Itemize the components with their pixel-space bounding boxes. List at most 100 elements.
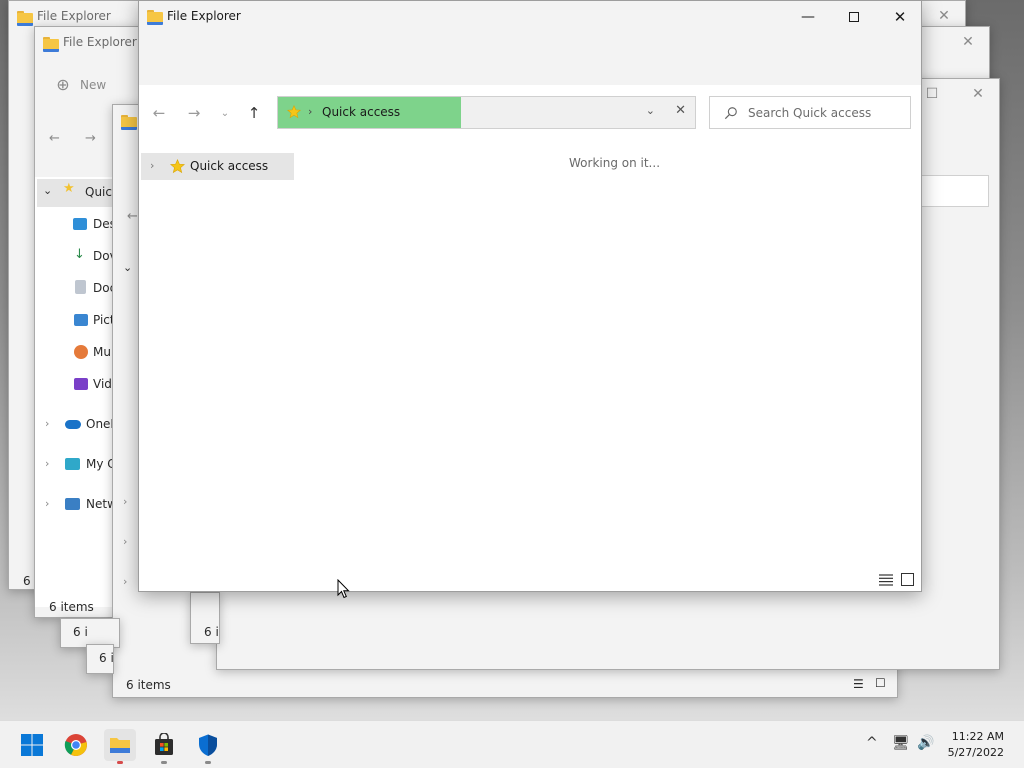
- document-icon: [75, 280, 86, 294]
- music-icon: [74, 345, 88, 359]
- title-bar[interactable]: File Explorer — ✕: [139, 1, 921, 33]
- close-icon[interactable]: ✕: [968, 84, 988, 104]
- loading-status: Working on it...: [569, 156, 661, 170]
- folder-icon: [110, 738, 130, 753]
- download-icon: ↓: [74, 247, 85, 262]
- nav-item-label: Quick access: [190, 159, 269, 173]
- window-title: File Explorer: [37, 9, 111, 23]
- content-area: › Quick access Working on it...: [139, 141, 921, 591]
- address-location[interactable]: Quick access: [322, 105, 400, 119]
- star-icon: [170, 159, 185, 174]
- folder-icon: [43, 37, 59, 52]
- breadcrumb-chevron-icon: ›: [308, 105, 313, 118]
- tiles-view-icon[interactable]: ☐: [875, 676, 886, 690]
- back-arrow-icon[interactable]: ←: [127, 209, 138, 224]
- windows-logo-icon: [21, 734, 43, 756]
- volume-icon[interactable]: 🔊: [917, 735, 934, 751]
- folder-icon: [121, 115, 137, 130]
- running-indicator: [205, 761, 211, 764]
- forward-arrow-icon[interactable]: →: [85, 131, 96, 146]
- search-box[interactable]: [709, 96, 911, 129]
- clock-date[interactable]: 5/27/2022: [948, 746, 1004, 759]
- search-box[interactable]: [917, 175, 989, 207]
- nav-pane: [35, 177, 115, 607]
- chevron-right-icon[interactable]: ›: [45, 497, 49, 510]
- status-item-count: 6 i: [99, 651, 113, 665]
- chevron-right-icon[interactable]: ›: [123, 575, 127, 588]
- tiles-view-icon[interactable]: [901, 573, 914, 586]
- nav-item-label[interactable]: Netw: [86, 497, 113, 511]
- chevron-right-icon[interactable]: ›: [123, 495, 127, 508]
- close-button[interactable]: ✕: [877, 1, 921, 33]
- taskbar-file-explorer[interactable]: [104, 729, 136, 761]
- mouse-cursor-icon: [337, 579, 350, 599]
- nav-item-label[interactable]: Vide: [93, 377, 113, 391]
- folder-icon: [147, 10, 163, 25]
- chevron-down-icon[interactable]: ⌄: [43, 184, 52, 197]
- status-item-count: 6 i: [204, 625, 218, 639]
- start-button[interactable]: [16, 729, 48, 761]
- address-clear-icon[interactable]: ✕: [675, 103, 686, 118]
- pictures-icon: [74, 314, 88, 326]
- status-item-count: 6 i: [73, 625, 87, 639]
- chrome-icon: [64, 734, 87, 756]
- nav-item-label[interactable]: Quic: [85, 185, 113, 199]
- active-indicator: [117, 761, 123, 764]
- forward-button[interactable]: →: [182, 101, 206, 125]
- nav-item-label[interactable]: Pict: [93, 313, 113, 327]
- search-input[interactable]: [748, 104, 903, 122]
- nav-item-label[interactable]: Mu: [93, 345, 113, 359]
- close-icon[interactable]: ✕: [934, 6, 954, 26]
- chevron-right-icon[interactable]: ›: [45, 457, 49, 470]
- chevron-right-icon[interactable]: ›: [123, 535, 127, 548]
- back-arrow-icon[interactable]: ←: [49, 131, 60, 146]
- maximize-icon[interactable]: ☐: [922, 84, 942, 104]
- nav-item-label[interactable]: Des: [93, 217, 113, 231]
- maximize-button[interactable]: [831, 1, 877, 33]
- nav-item-label[interactable]: Dov: [93, 249, 113, 263]
- forward-arrow-icon: →: [187, 104, 201, 122]
- recent-locations-button[interactable]: ⌄: [213, 101, 237, 125]
- desktop-icon: [73, 218, 87, 230]
- close-icon[interactable]: ✕: [958, 32, 978, 52]
- taskbar-chrome[interactable]: [60, 729, 92, 761]
- window-title: File Explorer: [63, 35, 137, 49]
- nav-item-label[interactable]: My C: [86, 457, 113, 471]
- maximize-icon: [849, 12, 859, 22]
- address-dropdown-icon[interactable]: ⌄: [646, 104, 655, 117]
- taskbar-defender[interactable]: [192, 729, 224, 761]
- chevron-right-icon[interactable]: ›: [150, 159, 154, 172]
- shield-icon: [199, 734, 217, 756]
- clock-time[interactable]: 11:22 AM: [952, 730, 1004, 743]
- new-button[interactable]: New: [80, 78, 106, 92]
- chevron-down-icon[interactable]: ⌄: [123, 261, 132, 274]
- network-icon[interactable]: 🖥: [892, 735, 910, 751]
- back-button[interactable]: ←: [147, 101, 171, 125]
- minimize-button[interactable]: —: [785, 1, 831, 33]
- store-icon: [155, 733, 173, 755]
- star-icon: ★: [63, 181, 75, 196]
- nav-item-quick-access[interactable]: › Quick access: [141, 153, 294, 180]
- videos-icon: [74, 378, 88, 390]
- taskbar-store[interactable]: [148, 729, 180, 761]
- onedrive-icon: [65, 420, 81, 429]
- star-icon: [287, 105, 301, 119]
- up-arrow-icon: ↑: [247, 104, 261, 122]
- chevron-down-icon: ⌄: [220, 107, 230, 119]
- nav-item-label[interactable]: OneD: [86, 417, 113, 431]
- status-item-count: 6 items: [126, 678, 171, 692]
- network-icon: [65, 498, 80, 510]
- details-view-icon[interactable]: ☰: [853, 677, 864, 691]
- chevron-right-icon[interactable]: ›: [45, 417, 49, 430]
- address-bar[interactable]: › Quick access ⌄ ✕: [277, 96, 696, 129]
- nav-item-label[interactable]: Doc: [93, 281, 113, 295]
- computer-icon: [65, 458, 80, 470]
- back-arrow-icon: ←: [152, 104, 166, 122]
- running-indicator: [161, 761, 167, 764]
- details-view-icon[interactable]: [879, 574, 893, 586]
- main-explorer-window[interactable]: File Explorer — ✕ ← → ⌄ ↑ › Quick access…: [138, 0, 922, 592]
- up-button[interactable]: ↑: [242, 101, 266, 125]
- show-hidden-icons-chevron-icon[interactable]: ^: [866, 735, 878, 751]
- taskbar: ^ 🖥 🔊 11:22 AM 5/27/2022: [0, 720, 1024, 768]
- window-title: File Explorer: [167, 9, 241, 23]
